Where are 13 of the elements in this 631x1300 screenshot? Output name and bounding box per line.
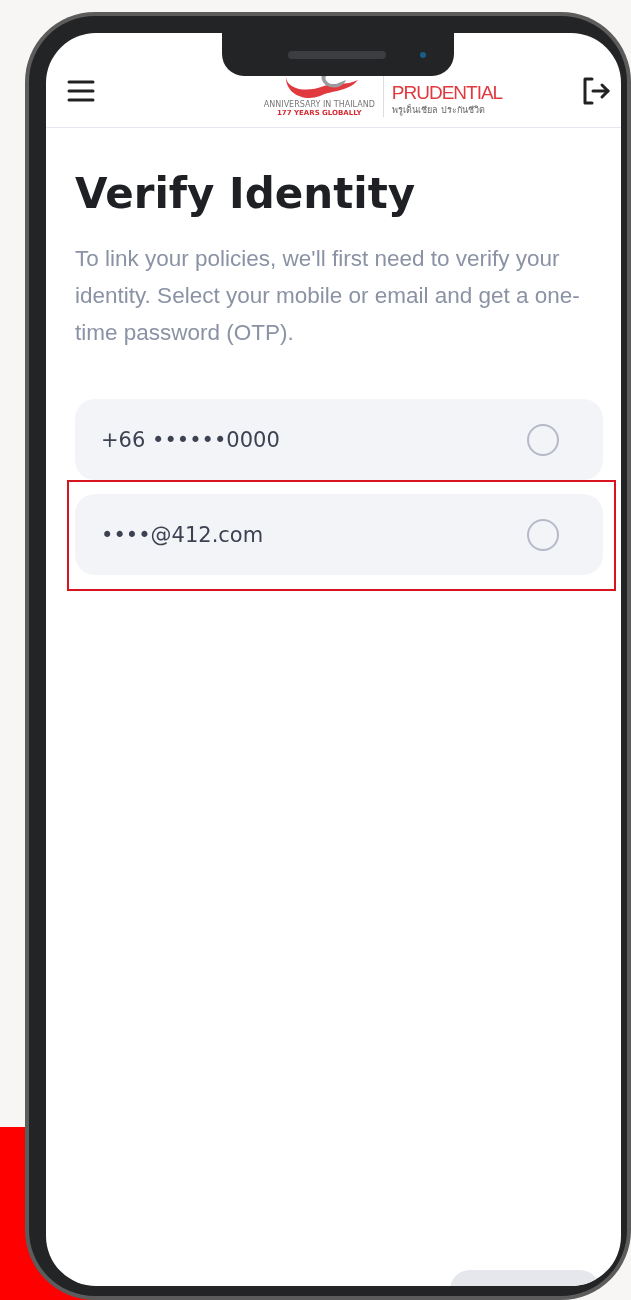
page-title: Verify Identity — [75, 168, 417, 220]
page-description: To link your policies, we'll first need to verify your identity. Select your mobile or email and get a one-time password (OTP). — [75, 245, 581, 347]
radio-button[interactable] — [527, 423, 559, 456]
brand-thai-name: พรูเด็นเชียล ประกันชีวิต — [391, 103, 485, 117]
logout-icon[interactable] — [581, 77, 611, 105]
menu-icon[interactable] — [67, 80, 95, 102]
radio-button[interactable] — [527, 518, 559, 551]
logo-tagline: ANNIVERSARY IN THAILAND — [263, 100, 375, 109]
contact-option[interactable]: +66 ••••••0000 — [75, 399, 603, 480]
brand-name: PRUDENTIAL — [391, 83, 503, 103]
contact-option[interactable]: ••••@412.com — [75, 494, 603, 575]
option-label: ••••@412.com — [101, 522, 264, 547]
option-label: +66 ••••••0000 — [101, 427, 280, 452]
